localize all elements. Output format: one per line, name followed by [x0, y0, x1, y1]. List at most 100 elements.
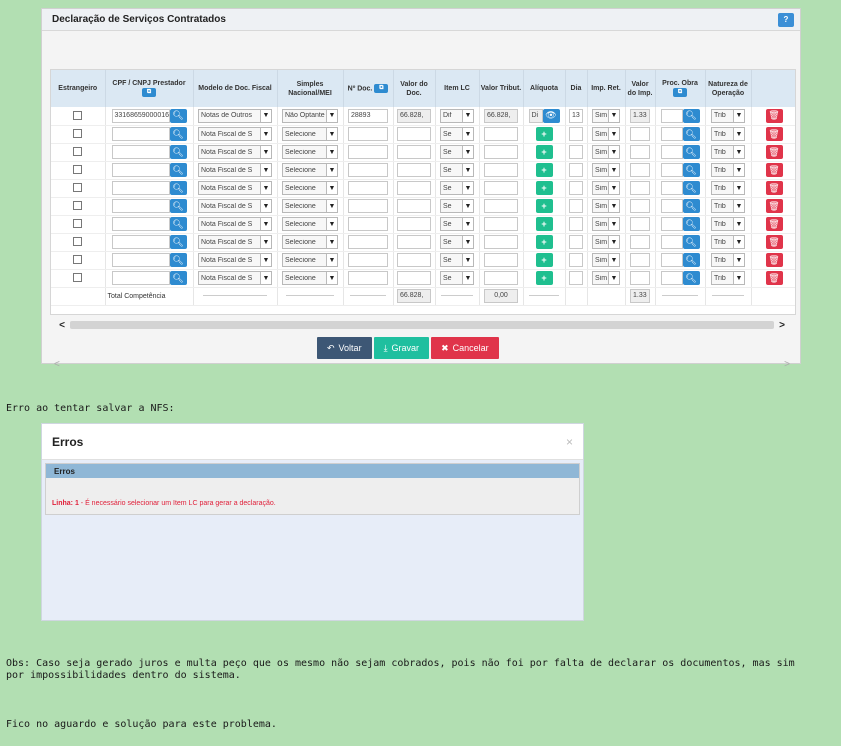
simples-select[interactable]: Selecione ▼: [282, 181, 338, 195]
valor-imp-input[interactable]: 1.33: [630, 108, 650, 123]
cpf-cnpj-input[interactable]: [111, 145, 170, 159]
item-lc-select[interactable]: Se ▼: [440, 217, 474, 231]
search-icon[interactable]: 🔍︎: [169, 108, 187, 123]
trash-icon[interactable]: 🗑︎: [765, 271, 783, 285]
imp-ret-select[interactable]: Sim ▼: [592, 181, 620, 195]
valor-imp-input[interactable]: [630, 163, 650, 177]
plus-icon[interactable]: +: [535, 217, 553, 231]
modelo-select[interactable]: Nota Fiscal de S ▼: [198, 181, 272, 195]
plus-icon[interactable]: +: [535, 199, 553, 213]
valor-trib-input[interactable]: [484, 235, 518, 249]
cpf-cnpj-input[interactable]: [111, 217, 170, 231]
scroll-right-icon[interactable]: >: [774, 320, 790, 331]
scroll-left-icon[interactable]: <: [54, 359, 60, 370]
scroll-left-icon[interactable]: <: [54, 320, 70, 331]
search-icon[interactable]: 🔍︎: [682, 181, 700, 195]
natureza-select[interactable]: Trib ▼: [711, 145, 745, 159]
valor-doc-input[interactable]: [397, 163, 431, 177]
dia-input[interactable]: [569, 145, 583, 159]
proc-obra-input[interactable]: [660, 181, 683, 195]
plus-icon[interactable]: +: [535, 253, 553, 267]
cpf-cnpj-input[interactable]: 33168659000016: [111, 108, 170, 123]
valor-trib-input[interactable]: [484, 199, 518, 213]
search-icon[interactable]: 🔍︎: [682, 145, 700, 159]
proc-obra-input[interactable]: [660, 217, 683, 231]
simples-select[interactable]: Selecione ▼: [282, 145, 338, 159]
copy-icon[interactable]: ⧉: [142, 88, 156, 98]
simples-select[interactable]: Selecione ▼: [282, 271, 338, 285]
modelo-select[interactable]: Nota Fiscal de S ▼: [198, 271, 272, 285]
plus-icon[interactable]: +: [535, 235, 553, 249]
voltar-button[interactable]: ↶ Voltar: [317, 337, 372, 359]
valor-doc-input[interactable]: 66.828,: [397, 108, 431, 123]
valor-doc-input[interactable]: [397, 181, 431, 195]
num-doc-input[interactable]: [348, 145, 388, 159]
dia-input[interactable]: [569, 181, 583, 195]
valor-doc-input[interactable]: [397, 253, 431, 267]
imp-ret-select[interactable]: Sim ▼: [592, 108, 620, 123]
num-doc-input[interactable]: [348, 199, 388, 213]
num-doc-input[interactable]: [348, 181, 388, 195]
valor-trib-input[interactable]: [484, 181, 518, 195]
help-button[interactable]: ?: [778, 12, 794, 27]
proc-obra-input[interactable]: [660, 271, 683, 285]
modelo-select[interactable]: Nota Fiscal de S ▼: [198, 217, 272, 231]
imp-ret-select[interactable]: Sim ▼: [592, 163, 620, 177]
valor-trib-input[interactable]: [484, 127, 518, 141]
copy-icon[interactable]: ⧉: [374, 83, 389, 93]
modelo-select[interactable]: Nota Fiscal de S ▼: [198, 253, 272, 267]
dia-input[interactable]: [569, 253, 583, 267]
trash-icon[interactable]: 🗑︎: [765, 108, 783, 123]
trash-icon[interactable]: 🗑︎: [765, 217, 783, 231]
search-icon[interactable]: 🔍︎: [169, 163, 187, 177]
estrangeiro-checkbox[interactable]: [73, 165, 83, 175]
dia-input[interactable]: 13: [569, 108, 583, 123]
estrangeiro-checkbox[interactable]: [73, 273, 83, 283]
cancelar-button[interactable]: ✖ Cancelar: [431, 337, 499, 359]
search-icon[interactable]: 🔍︎: [169, 217, 187, 231]
trash-icon[interactable]: 🗑︎: [765, 163, 783, 177]
simples-select[interactable]: Selecione ▼: [282, 235, 338, 249]
estrangeiro-checkbox[interactable]: [73, 111, 83, 121]
item-lc-select[interactable]: Se ▼: [440, 181, 474, 195]
item-lc-select[interactable]: Dif ▼: [440, 108, 474, 123]
imp-ret-select[interactable]: Sim ▼: [592, 235, 620, 249]
item-lc-select[interactable]: Se ▼: [440, 271, 474, 285]
cpf-cnpj-input[interactable]: [111, 163, 170, 177]
simples-select[interactable]: Não Optante ▼: [282, 108, 338, 123]
natureza-select[interactable]: Trib ▼: [711, 127, 745, 141]
search-icon[interactable]: 🔍︎: [169, 127, 187, 141]
valor-trib-input[interactable]: 66.828,: [484, 108, 518, 123]
natureza-select[interactable]: Trib ▼: [711, 235, 745, 249]
search-icon[interactable]: 🔍︎: [169, 145, 187, 159]
search-icon[interactable]: 🔍︎: [682, 108, 700, 123]
num-doc-input[interactable]: [348, 235, 388, 249]
imp-ret-select[interactable]: Sim ▼: [592, 199, 620, 213]
dia-input[interactable]: [569, 235, 583, 249]
trash-icon[interactable]: 🗑︎: [765, 199, 783, 213]
search-icon[interactable]: 🔍︎: [682, 127, 700, 141]
item-lc-select[interactable]: Se ▼: [440, 253, 474, 267]
natureza-select[interactable]: Trib ▼: [711, 271, 745, 285]
modelo-select[interactable]: Nota Fiscal de S ▼: [198, 199, 272, 213]
plus-icon[interactable]: +: [535, 163, 553, 177]
cpf-cnpj-input[interactable]: [111, 235, 170, 249]
item-lc-select[interactable]: Se ▼: [440, 235, 474, 249]
proc-obra-input[interactable]: [660, 235, 683, 249]
item-lc-select[interactable]: Se ▼: [440, 127, 474, 141]
cpf-cnpj-input[interactable]: [111, 199, 170, 213]
valor-imp-input[interactable]: [630, 181, 650, 195]
valor-imp-input[interactable]: [630, 127, 650, 141]
valor-doc-input[interactable]: [397, 217, 431, 231]
search-icon[interactable]: 🔍︎: [682, 271, 700, 285]
modelo-select[interactable]: Nota Fiscal de S ▼: [198, 235, 272, 249]
plus-icon[interactable]: +: [535, 145, 553, 159]
cpf-cnpj-input[interactable]: [111, 271, 170, 285]
proc-obra-input[interactable]: [660, 108, 683, 123]
valor-trib-input[interactable]: [484, 253, 518, 267]
trash-icon[interactable]: 🗑︎: [765, 145, 783, 159]
valor-imp-input[interactable]: [630, 253, 650, 267]
proc-obra-input[interactable]: [660, 199, 683, 213]
valor-imp-input[interactable]: [630, 199, 650, 213]
num-doc-input[interactable]: [348, 253, 388, 267]
